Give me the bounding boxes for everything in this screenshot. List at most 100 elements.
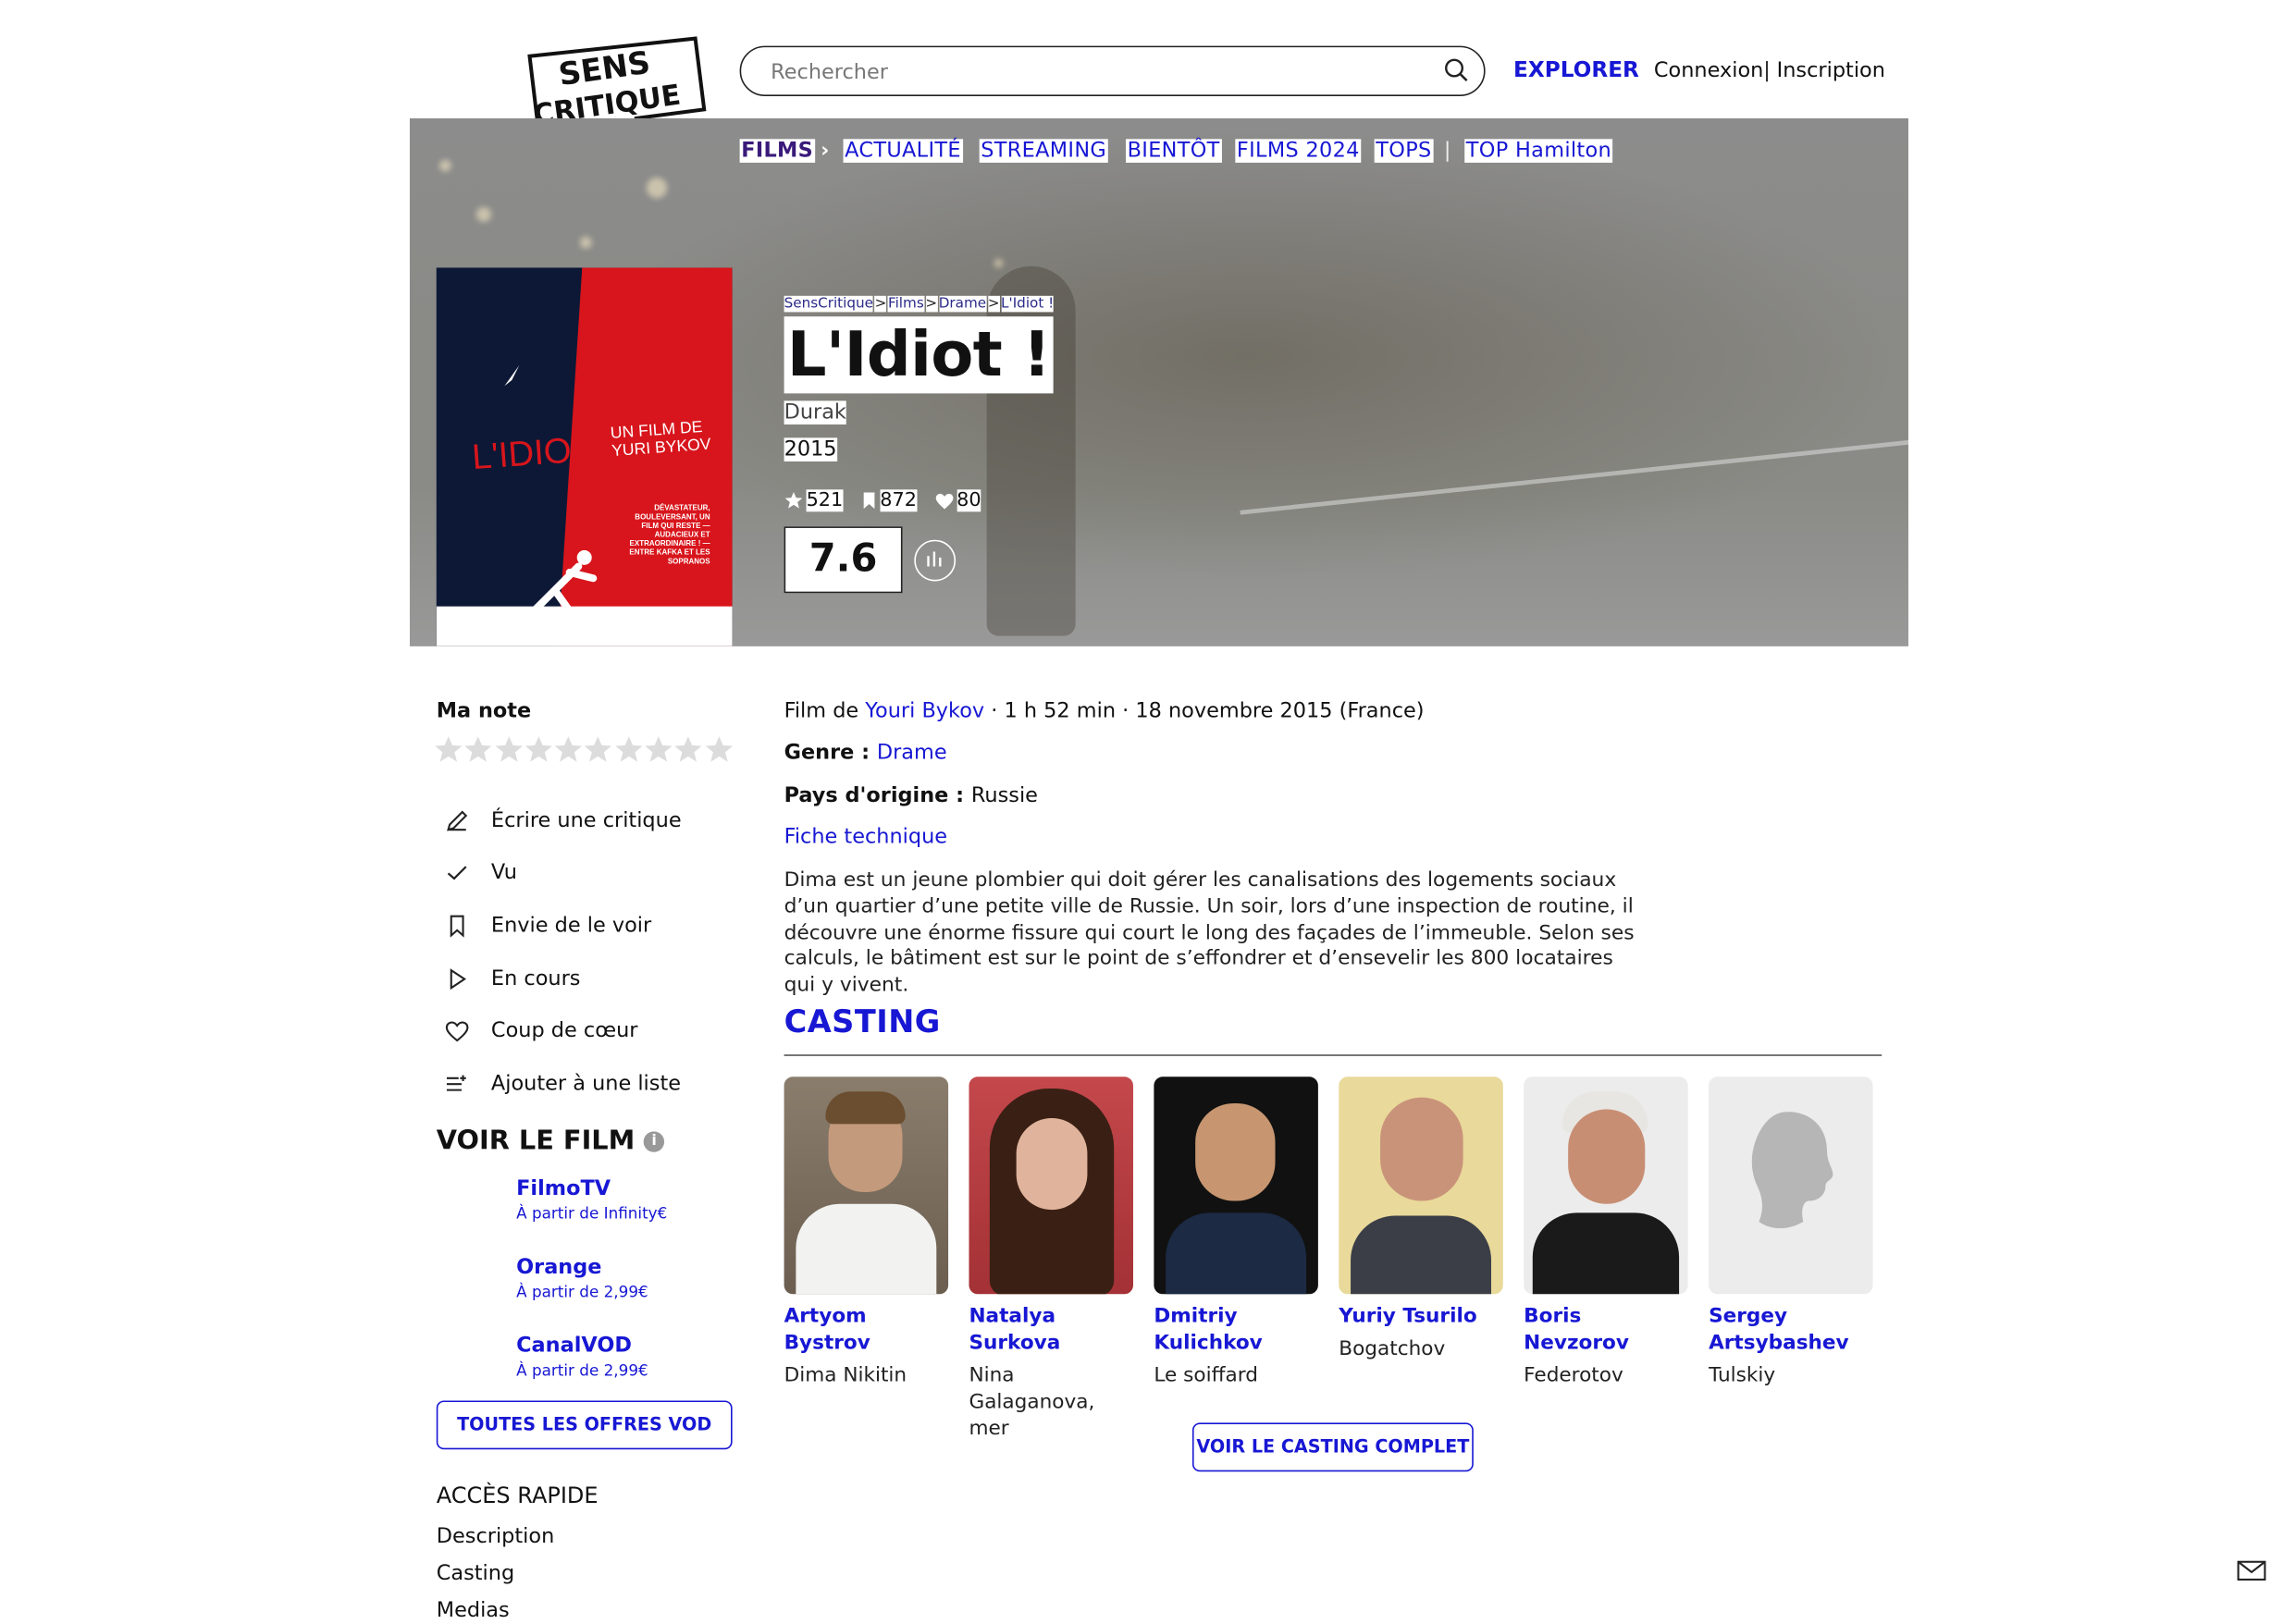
wishlist-action[interactable]: Envie de le voir <box>441 900 682 953</box>
all-vod-offers-button[interactable]: TOUTES LES OFFRES VOD <box>436 1400 733 1450</box>
actor-photo-placeholder[interactable] <box>1709 1077 1873 1295</box>
vod-offer[interactable]: CanalVOD À partir de 2,99€ <box>516 1334 648 1380</box>
rating-star-icon[interactable] <box>644 733 673 766</box>
poster-tagline: DÉVASTATEUR, BOULEVERSANT, UN FILM QUI R… <box>629 504 710 567</box>
nav-item-bientot[interactable]: BIENTÔT <box>1125 139 1222 163</box>
vod-price: À partir de 2,99€ <box>516 1361 648 1381</box>
rating-star-icon[interactable] <box>553 733 583 766</box>
breadcrumb-item[interactable]: Films <box>887 295 924 312</box>
rating-star-icon[interactable] <box>704 733 734 766</box>
nav-item-streaming[interactable]: STREAMING <box>979 139 1108 163</box>
nav-films-label[interactable]: FILMS <box>739 139 815 163</box>
director-link[interactable]: Youri Bykov <box>865 699 984 723</box>
rating-star-icon[interactable] <box>584 733 613 766</box>
meta-prefix: Film de <box>784 699 866 724</box>
actor-photo[interactable] <box>784 1077 949 1295</box>
vod-provider-name[interactable]: CanalVOD <box>516 1334 648 1358</box>
poster-subtitle: UN FILM DE YURI BYKOV <box>610 418 712 461</box>
nav-item-films-2024[interactable]: FILMS 2024 <box>1235 139 1362 163</box>
vod-offer[interactable]: Orange À partir de 2,99€ <box>516 1256 648 1302</box>
actor-photo[interactable] <box>1524 1077 1688 1295</box>
rating-star-icon[interactable] <box>673 733 703 766</box>
header-separator: | <box>1763 58 1771 83</box>
nav-item-label[interactable]: TOPS <box>1374 139 1434 163</box>
search-bar[interactable] <box>739 45 1486 96</box>
actor-photo[interactable] <box>1154 1077 1318 1295</box>
actor-name[interactable]: Dmitriy Kulichkov <box>1154 1303 1319 1357</box>
star-icon <box>784 491 803 509</box>
quick-link-description[interactable]: Description <box>437 1525 555 1549</box>
nav-films[interactable]: FILMS › <box>739 139 830 163</box>
film-meta: Film de Youri Bykov · 1 h 52 min · 18 no… <box>784 699 1425 723</box>
rating-star-icon[interactable] <box>493 733 523 766</box>
my-rating-label: Ma note <box>436 699 532 724</box>
original-title: Durak <box>784 400 846 424</box>
nav-item-top-hamilton[interactable]: TOP Hamilton <box>1464 139 1613 163</box>
bar-chart-icon <box>927 551 942 567</box>
search-input[interactable] <box>767 47 1426 96</box>
actor-card[interactable]: Yuriy Tsurilo Bogatchov <box>1339 1077 1504 1362</box>
actor-card[interactable]: Sergey Artsybashev Tulskiy <box>1709 1077 1874 1388</box>
search-icon[interactable] <box>1444 57 1469 82</box>
rating-star-icon[interactable] <box>613 733 643 766</box>
check-icon <box>441 857 474 890</box>
actor-name[interactable]: Sergey Artsybashev <box>1709 1303 1874 1357</box>
in-progress-action[interactable]: En cours <box>441 953 682 1005</box>
quick-access-heading: ACCÈS RAPIDE <box>436 1482 599 1509</box>
add-to-list-action[interactable]: Ajouter à une liste <box>441 1057 682 1110</box>
rating-distribution-button[interactable] <box>914 539 957 582</box>
action-label: Ajouter à une liste <box>490 1072 682 1096</box>
action-label: En cours <box>490 966 581 990</box>
vod-provider-name[interactable]: FilmoTV <box>516 1177 667 1201</box>
nav-item-label[interactable]: TOP Hamilton <box>1464 139 1613 163</box>
vod-provider-name[interactable]: Orange <box>516 1256 648 1280</box>
actor-role: Federotov <box>1524 1363 1623 1388</box>
quick-link-medias[interactable]: Medias <box>437 1599 510 1623</box>
actor-photo[interactable] <box>969 1077 1133 1295</box>
nav-item-label[interactable]: BIENTÔT <box>1125 139 1222 163</box>
inscription-link[interactable]: Inscription <box>1777 59 1885 83</box>
actor-card[interactable]: Dmitriy Kulichkov Le soiffard <box>1154 1077 1319 1388</box>
actor-card[interactable]: Natalya Surkova Nina Galaganova, mer <box>969 1077 1134 1442</box>
favorite-action[interactable]: Coup de cœur <box>441 1004 682 1057</box>
heart-icon <box>935 493 953 509</box>
explorer-link[interactable]: EXPLORER <box>1513 59 1639 83</box>
actor-card[interactable]: Boris Nevzorov Federotov <box>1524 1077 1689 1388</box>
movie-stats: 521 872 80 <box>784 489 981 512</box>
vod-offer[interactable]: FilmoTV À partir de Infinity€ <box>516 1177 667 1224</box>
rating-star-icon[interactable] <box>524 733 553 766</box>
nav-item-actualite[interactable]: ACTUALITÉ <box>843 139 963 163</box>
action-label: Envie de le voir <box>490 914 652 938</box>
average-score: 7.6 <box>784 526 903 594</box>
country-value: Russie <box>970 783 1038 808</box>
technical-sheet-link[interactable]: Fiche technique <box>784 825 948 849</box>
favorites-count: 80 <box>957 489 981 512</box>
genre-link[interactable]: Drame <box>877 741 947 765</box>
nav-item-label[interactable]: FILMS 2024 <box>1235 139 1362 163</box>
connexion-link[interactable]: Connexion <box>1654 59 1763 83</box>
movie-poster[interactable]: L'IDIOT! UN FILM DE YURI BYKOV DÉVASTATEU… <box>436 267 733 646</box>
nav-item-label[interactable]: STREAMING <box>979 139 1108 163</box>
actor-photo[interactable] <box>1339 1077 1503 1295</box>
actor-name[interactable]: Natalya Surkova <box>969 1303 1134 1357</box>
quick-link-casting[interactable]: Casting <box>437 1562 514 1586</box>
rating-stars[interactable] <box>434 733 734 766</box>
actor-name[interactable]: Artyom Bystrov <box>784 1303 950 1357</box>
rating-star-icon[interactable] <box>463 733 493 766</box>
actor-name[interactable]: Yuriy Tsurilo <box>1339 1303 1504 1330</box>
rating-star-icon[interactable] <box>434 733 463 766</box>
breadcrumb-item[interactable]: Drame <box>938 295 987 312</box>
write-review-action[interactable]: Écrire une critique <box>441 794 682 847</box>
nav-item-tops[interactable]: TOPS <box>1374 139 1434 163</box>
actor-name[interactable]: Boris Nevzorov <box>1524 1303 1689 1357</box>
actor-card[interactable]: Artyom Bystrov Dima Nikitin <box>784 1077 950 1388</box>
nav-item-label[interactable]: ACTUALITÉ <box>843 139 963 163</box>
full-casting-button[interactable]: VOIR LE CASTING COMPLET <box>1191 1422 1474 1472</box>
casting-divider <box>784 1054 1882 1056</box>
info-icon[interactable]: i <box>643 1130 665 1151</box>
breadcrumb-item[interactable]: SensCritique <box>784 295 874 312</box>
mail-icon[interactable] <box>2237 1559 2266 1583</box>
seen-action[interactable]: Vu <box>441 847 682 900</box>
breadcrumb-item[interactable]: L'Idiot ! <box>1001 295 1055 312</box>
actor-role: Tulskiy <box>1709 1363 1776 1388</box>
